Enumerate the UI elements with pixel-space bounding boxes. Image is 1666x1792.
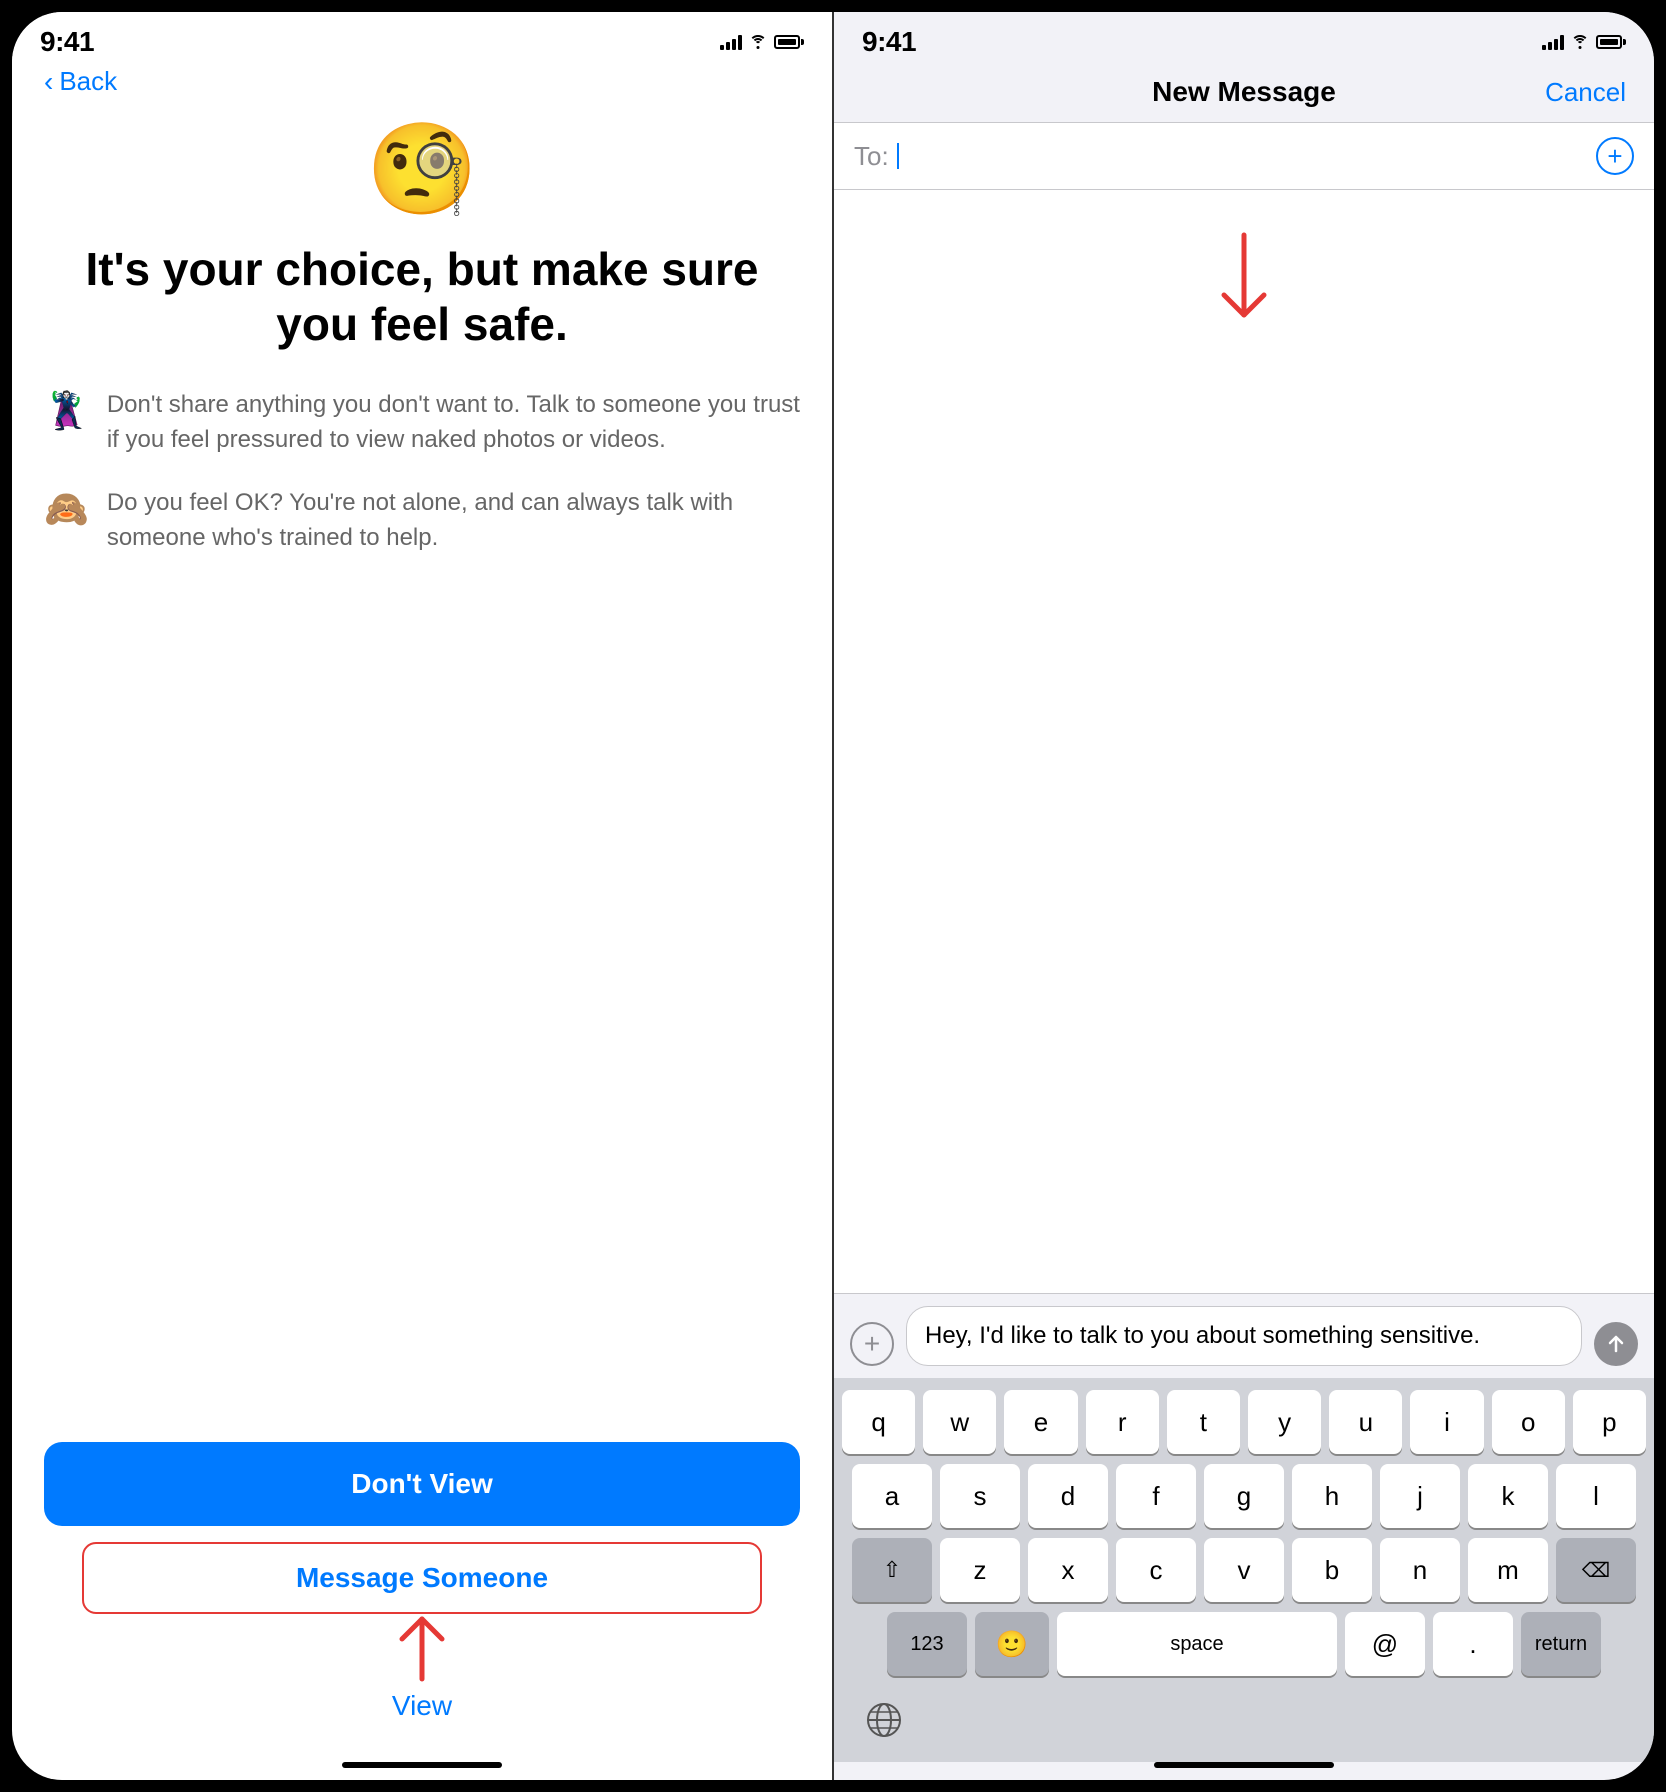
message-bubble-input[interactable]: Hey, I'd like to talk to you about somet…: [906, 1306, 1582, 1366]
key-k[interactable]: k: [1468, 1464, 1548, 1528]
key-h[interactable]: h: [1292, 1464, 1372, 1528]
keyboard: q w e r t y u i o p a s d f g h j k l ⇧ …: [834, 1378, 1654, 1762]
message-someone-button[interactable]: Message Someone: [82, 1542, 762, 1614]
tip-emoji-2: 🙈: [44, 488, 89, 530]
send-button[interactable]: [1594, 1322, 1638, 1366]
wifi-icon: [749, 35, 767, 49]
tip-item-1: 🦹 Don't share anything you don't want to…: [44, 388, 800, 458]
to-field-container: To: +: [834, 123, 1654, 190]
cancel-button[interactable]: Cancel: [1545, 77, 1626, 108]
signal-bar-4: [738, 35, 742, 50]
new-message-title: New Message: [1152, 76, 1336, 108]
key-a[interactable]: a: [852, 1464, 932, 1528]
battery-body: [774, 35, 800, 49]
right-phone: 9:41 New Message Can: [834, 12, 1654, 1780]
tip-text-2: Do you feel OK? You're not alone, and ca…: [107, 486, 800, 556]
signal-bar-1: [720, 45, 724, 50]
key-f[interactable]: f: [1116, 1464, 1196, 1528]
key-period[interactable]: .: [1433, 1612, 1513, 1676]
status-bar-left: 9:41: [12, 12, 832, 66]
key-q[interactable]: q: [842, 1390, 915, 1454]
signal-bar-3: [732, 39, 736, 50]
battery-fill: [778, 39, 796, 45]
buttons-container: Don't View Message Someone View: [44, 1442, 800, 1722]
key-j[interactable]: j: [1380, 1464, 1460, 1528]
signal-icon: [720, 34, 742, 50]
battery-icon: [774, 35, 804, 49]
key-i[interactable]: i: [1410, 1390, 1483, 1454]
key-s[interactable]: s: [940, 1464, 1020, 1528]
back-button[interactable]: ‹ Back: [44, 66, 117, 97]
keyboard-row-1: q w e r t y u i o p: [842, 1390, 1646, 1454]
globe-key[interactable]: [858, 1694, 910, 1746]
wifi-icon-right: [1571, 35, 1589, 49]
tip-item-2: 🙈 Do you feel OK? You're not alone, and …: [44, 486, 800, 556]
message-compose-area: [834, 190, 1654, 1293]
key-b[interactable]: b: [1292, 1538, 1372, 1602]
status-time-right: 9:41: [862, 26, 916, 58]
tip-text-1: Don't share anything you don't want to. …: [107, 388, 800, 458]
key-g[interactable]: g: [1204, 1464, 1284, 1528]
signal-bar-2: [726, 42, 730, 50]
monocle-emoji-icon: 🧐: [366, 120, 478, 220]
dont-view-button[interactable]: Don't View: [44, 1442, 800, 1526]
message-someone-wrapper: Message Someone: [44, 1542, 800, 1614]
to-label: To:: [854, 141, 889, 172]
key-n[interactable]: n: [1380, 1538, 1460, 1602]
red-arrow-up-icon: [392, 1609, 452, 1694]
home-indicator-left: [342, 1762, 502, 1768]
key-v[interactable]: v: [1204, 1538, 1284, 1602]
battery-tip: [801, 39, 804, 45]
tips-container: 🦹 Don't share anything you don't want to…: [44, 388, 800, 555]
key-space[interactable]: space: [1057, 1612, 1337, 1676]
key-w[interactable]: w: [923, 1390, 996, 1454]
key-o[interactable]: o: [1492, 1390, 1565, 1454]
keyboard-row-3: ⇧ z x c v b n m ⌫: [842, 1538, 1646, 1602]
key-backspace[interactable]: ⌫: [1556, 1538, 1636, 1602]
key-l[interactable]: l: [1556, 1464, 1636, 1528]
keyboard-row-4: 123 🙂 space @ . return: [842, 1612, 1646, 1676]
key-u[interactable]: u: [1329, 1390, 1402, 1454]
signal-icon-right: [1542, 34, 1564, 50]
status-icons-right: [1542, 34, 1626, 50]
key-m[interactable]: m: [1468, 1538, 1548, 1602]
battery-icon-right: [1596, 35, 1626, 49]
status-bar-right: 9:41: [834, 12, 1654, 66]
main-emoji: 🧐: [44, 117, 800, 222]
status-icons-left: [720, 34, 804, 50]
key-z[interactable]: z: [940, 1538, 1020, 1602]
key-emoji[interactable]: 🙂: [975, 1612, 1049, 1676]
key-d[interactable]: d: [1028, 1464, 1108, 1528]
key-e[interactable]: e: [1004, 1390, 1077, 1454]
home-indicator-right: [1154, 1762, 1334, 1768]
new-message-header: New Message Cancel: [834, 66, 1654, 123]
key-return[interactable]: return: [1521, 1612, 1601, 1676]
key-x[interactable]: x: [1028, 1538, 1108, 1602]
status-time-left: 9:41: [40, 26, 94, 58]
view-button[interactable]: View: [392, 1690, 452, 1722]
left-phone: 9:41 ‹ Ba: [12, 12, 832, 1780]
wifi-dot: [757, 46, 760, 49]
back-chevron-icon: ‹: [44, 68, 53, 96]
key-y[interactable]: y: [1248, 1390, 1321, 1454]
key-t[interactable]: t: [1167, 1390, 1240, 1454]
cursor: [897, 143, 899, 169]
red-arrow-down-icon: [1214, 230, 1274, 335]
key-p[interactable]: p: [1573, 1390, 1646, 1454]
message-input-row: + Hey, I'd like to talk to you about som…: [834, 1293, 1654, 1378]
compose-add-button[interactable]: +: [850, 1322, 894, 1366]
add-contact-button[interactable]: +: [1596, 137, 1634, 175]
back-label: Back: [59, 66, 117, 97]
key-r[interactable]: r: [1086, 1390, 1159, 1454]
keyboard-bottom-row: [842, 1686, 1646, 1762]
main-heading: It's your choice, but make sure you feel…: [44, 242, 800, 352]
left-content: ‹ Back 🧐 It's your choice, but make sure…: [12, 66, 832, 1746]
keyboard-row-2: a s d f g h j k l: [842, 1464, 1646, 1528]
key-c[interactable]: c: [1116, 1538, 1196, 1602]
key-shift[interactable]: ⇧: [852, 1538, 932, 1602]
key-123[interactable]: 123: [887, 1612, 967, 1676]
tip-emoji-1: 🦹: [44, 390, 89, 432]
key-at[interactable]: @: [1345, 1612, 1425, 1676]
